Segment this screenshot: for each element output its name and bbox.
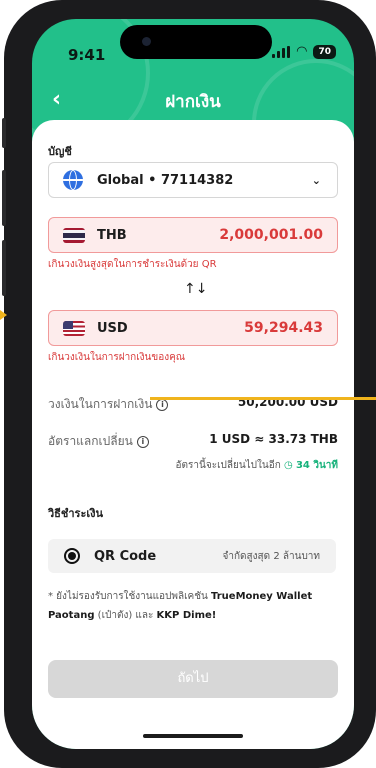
footnote-app2: KKP Dime!	[156, 610, 217, 621]
usa-flag-icon	[63, 320, 85, 336]
payment-method-label: วิธีชำระเงิน	[48, 507, 103, 520]
payment-method-limit: จำกัดสูงสุด 2 ล้านบาท	[222, 550, 320, 562]
account-select[interactable]: Global • 77114382 ⌄	[48, 162, 338, 198]
mute-switch	[2, 118, 6, 148]
screen: 9:41 ◠ 70 ‹ ฝากเงิน บัญชี Global • 77114…	[32, 19, 354, 749]
rate-refresh-note: อัตรานี้จะเปลี่ยนไปในอีก	[175, 460, 281, 471]
payment-method-name: QR Code	[94, 548, 157, 564]
dynamic-island	[120, 25, 272, 59]
exchange-rate-label: อัตราแลกเปลี่ยน	[48, 434, 133, 448]
home-indicator	[143, 734, 243, 738]
wifi-icon: ◠	[296, 44, 308, 59]
battery-icon: 70	[313, 45, 336, 59]
thb-amount-field[interactable]: THB 2,000,001.00	[48, 217, 338, 253]
usd-error: เกินวงเงินในการฝากเงินของคุณ	[48, 352, 186, 363]
account-label: บัญชี	[48, 145, 72, 158]
swap-icon[interactable]: ↑↓	[184, 281, 207, 297]
qr-payment-option[interactable]: QR Code จำกัดสูงสุด 2 ล้านบาท	[48, 539, 336, 573]
radio-selected-icon	[64, 548, 80, 564]
status-icons: ◠ 70	[272, 45, 336, 59]
exchange-rate-value: 1 USD ≈ 33.73 THB	[209, 432, 338, 446]
countdown-value: 34 วินาที	[295, 460, 338, 471]
globe-icon	[63, 170, 83, 190]
page-title: ฝากเงิน	[165, 92, 221, 112]
deposit-limit-label: วงเงินในการฝากเงิน	[48, 397, 153, 411]
thailand-flag-icon	[63, 227, 85, 243]
footnote-prefix: * ยังไม่รองรับการใช้งานแอปพลิเคชัน	[48, 591, 208, 602]
volume-down-button	[2, 240, 6, 296]
account-value: Global • 77114382	[97, 172, 234, 188]
usd-amount: 59,294.43	[244, 320, 323, 336]
deposit-form: บัญชี Global • 77114382 ⌄ THB 2,000,001.…	[32, 120, 354, 749]
footnote: * ยังไม่รองรับการใช้งานแอปพลิเคชัน TrueM…	[48, 587, 338, 625]
rate-countdown: อัตรานี้จะเปลี่ยนไปในอีก ◷ 34 วินาที	[176, 458, 338, 473]
status-time: 9:41	[68, 46, 106, 64]
usd-amount-field[interactable]: USD 59,294.43	[48, 310, 338, 346]
thb-currency: THB	[97, 227, 127, 243]
usd-currency: USD	[97, 320, 128, 336]
thb-error: เกินวงเงินสูงสุดในการชำระเงินด้วย QR	[48, 259, 217, 270]
phone-frame: 9:41 ◠ 70 ‹ ฝากเงิน บัญชี Global • 77114…	[2, 0, 376, 768]
info-icon[interactable]: i	[136, 435, 149, 448]
next-button[interactable]: ถัดไป	[48, 660, 338, 698]
info-icon[interactable]: i	[156, 398, 169, 411]
callout-line	[150, 397, 376, 400]
front-camera	[142, 37, 151, 46]
volume-up-button	[2, 170, 6, 226]
callout-pointer	[0, 310, 7, 320]
exchange-rate-row: อัตราแลกเปลี่ยน i 1 USD ≈ 33.73 THB	[48, 432, 338, 451]
thb-amount: 2,000,001.00	[219, 227, 323, 243]
signal-icon	[272, 46, 291, 58]
clock-icon: ◷	[284, 460, 293, 471]
nav-bar: ‹ ฝากเงิน	[32, 79, 354, 119]
footnote-mid: (เป๋าตัง) และ	[97, 610, 154, 621]
chevron-down-icon: ⌄	[311, 173, 321, 187]
